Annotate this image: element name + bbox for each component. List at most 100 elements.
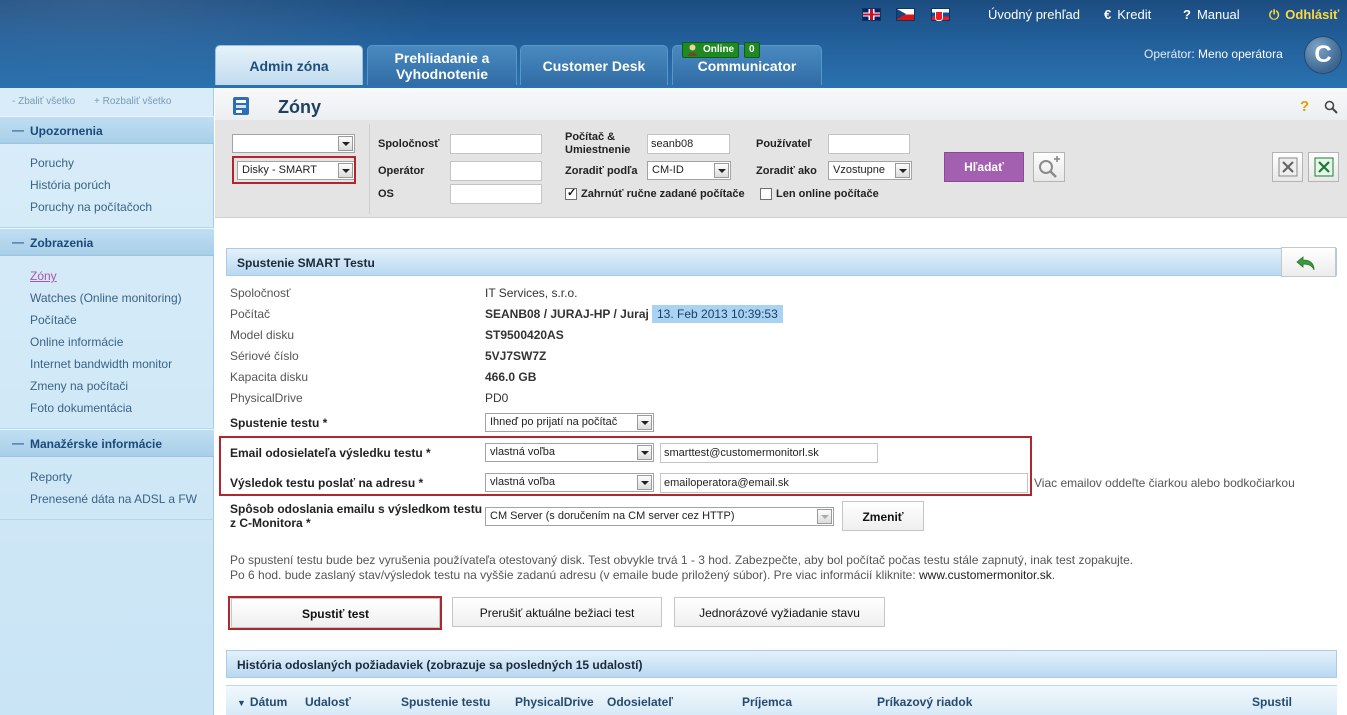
change-button[interactable]: Zmeniť — [842, 501, 924, 531]
user-field[interactable] — [828, 134, 910, 154]
czech-flag-icon[interactable] — [896, 8, 915, 21]
chevron-down-icon — [895, 163, 910, 178]
sidebar-item-adsl-data[interactable]: Prenesené dáta na ADSL a FW — [30, 492, 197, 506]
sender-email-input[interactable]: smarttest@customermonitorl.sk — [660, 443, 878, 463]
sidebar-item-failure-history[interactable]: História porúch — [30, 178, 111, 192]
column-started-by[interactable]: Spustil — [1252, 695, 1292, 709]
history-table-header: ▼ Dátum Udalosť Spustenie testu PhysicalD… — [226, 685, 1337, 715]
company-field[interactable] — [450, 134, 542, 154]
run-highlight-frame — [228, 596, 442, 630]
customermonitor-link[interactable]: www.customermonitor.sk — [919, 568, 1052, 582]
credit-link[interactable]: € Kredit — [1104, 7, 1151, 22]
brand-logo: C — [1304, 36, 1342, 74]
collapse-all-link[interactable]: - Zbaliť všetko — [12, 96, 75, 107]
expand-all-link[interactable]: + Rozbaliť všetko — [94, 96, 171, 107]
include-manual-label: Zahrnúť ručne zadané počítače — [581, 188, 745, 200]
english-flag-icon[interactable] — [862, 8, 881, 21]
request-status-button[interactable]: Jednorázové vyžiadanie stavu — [674, 597, 885, 627]
sidebar-item-zones[interactable]: Zóny — [30, 269, 57, 283]
sidebar-item-computers[interactable]: Počítače — [30, 313, 77, 327]
recipient-mode-select[interactable]: vlastná voľba — [485, 473, 654, 492]
tab-admin-zone[interactable]: Admin zóna — [215, 45, 363, 85]
disk-model-value: ST9500420AS — [485, 328, 564, 342]
chevron-down-icon — [637, 445, 652, 460]
send-method-select[interactable]: CM Server (s doručením na CM server cez … — [485, 507, 834, 526]
sort-down-icon: ▼ — [237, 698, 246, 708]
operator-field[interactable] — [450, 161, 542, 181]
column-physical-drive[interactable]: PhysicalDrive — [515, 695, 594, 709]
chevron-down-icon — [817, 509, 832, 524]
slovak-flag-icon[interactable] — [931, 8, 950, 21]
operator-label: Operátor — [378, 165, 425, 177]
disk-capacity-label: Kapacita disku — [230, 370, 309, 384]
sidebar-item-watches[interactable]: Watches (Online monitoring) — [30, 291, 182, 305]
abort-test-button[interactable]: Prerušiť aktuálne bežiaci test — [452, 597, 662, 627]
column-date[interactable]: ▼ Dátum — [237, 695, 287, 709]
excel-export-gray-button[interactable] — [1272, 152, 1303, 182]
computer-info-value: SEANB08 / JURAJ-HP / Juraj — [485, 307, 649, 321]
serial-number-value: 5VJ7SW7Z — [485, 349, 547, 363]
excel-export-button[interactable] — [1308, 152, 1339, 182]
power-icon: ⏻ — [1269, 7, 1280, 22]
company-info-value: IT Services, s.r.o. — [485, 286, 578, 300]
sidebar-item-computer-failures[interactable]: Poruchy na počítačoch — [30, 200, 152, 214]
column-test-start[interactable]: Spustenie testu — [401, 695, 490, 709]
tab-customer-desk[interactable]: Customer Desk — [520, 45, 668, 85]
manual-link[interactable]: ? Manual — [1183, 7, 1240, 22]
smart-test-section-header: Spustenie SMART Testu — [226, 248, 1337, 276]
excel-icon — [1314, 157, 1334, 177]
magnifier-icon[interactable] — [1324, 100, 1338, 114]
sort-by-select[interactable]: CM-ID — [647, 161, 731, 180]
title-bar: Zóny ? — [215, 88, 1347, 120]
operator-name: Meno operátora — [1198, 47, 1283, 61]
test-start-select[interactable]: Ihneď po prijatí na počítač — [485, 413, 654, 432]
online-only-checkbox[interactable] — [760, 188, 772, 200]
sort-direction-select[interactable]: Vzostupne — [828, 161, 912, 180]
chevron-down-icon — [637, 475, 652, 490]
zone-select[interactable] — [232, 134, 355, 153]
column-event[interactable]: Udalosť — [305, 695, 351, 709]
history-section-header: História odoslaných požiadaviek (zobrazu… — [226, 650, 1337, 678]
sidebar-section-views[interactable]: — Zobrazenia — [0, 228, 214, 256]
test-start-label: Spustenie testu * — [230, 416, 328, 430]
column-sender[interactable]: Odosielateľ — [607, 695, 673, 709]
help-icon[interactable]: ? — [1300, 98, 1309, 115]
test-note-2: Po 6 hod. bude zaslaný stav/výsledok tes… — [230, 568, 1056, 582]
os-label: OS — [378, 188, 394, 200]
home-overview-link[interactable]: Úvodný prehľad — [988, 7, 1080, 22]
sidebar-item-reports[interactable]: Reporty — [30, 470, 72, 484]
send-method-label: Spôsob odoslania emailu s výsledkom test… — [230, 502, 483, 530]
back-button[interactable] — [1281, 247, 1336, 277]
chevron-down-icon — [714, 163, 729, 178]
sidebar-item-bandwidth-monitor[interactable]: Internet bandwidth monitor — [30, 357, 172, 371]
computer-field[interactable]: seanb08 — [647, 134, 730, 154]
operator-info: Operátor: Meno operátora — [1144, 47, 1283, 61]
online-status-badge[interactable]: Online — [682, 42, 740, 58]
chevron-down-icon — [637, 415, 652, 430]
logout-link[interactable]: ⏻ Odhlásiť — [1269, 7, 1339, 23]
sidebar-item-online-info[interactable]: Online informácie — [30, 335, 123, 349]
disk-model-label: Model disku — [230, 328, 295, 342]
sidebar-item-failures[interactable]: Poruchy — [30, 156, 74, 170]
question-icon: ? — [1183, 7, 1191, 22]
tab-browse-evaluation[interactable]: Prehliadanie a Vyhodnotenie — [367, 45, 517, 85]
chevron-down-icon — [338, 136, 353, 151]
user-icon — [687, 44, 698, 56]
search-button[interactable]: Hľadať — [944, 152, 1024, 182]
recipient-hint: Viac emailov oddeľte čiarkou alebo bodko… — [1034, 476, 1295, 490]
column-command-line[interactable]: Príkazový riadok — [877, 695, 972, 709]
sidebar-section-alerts[interactable]: — Upozornenia — [0, 116, 214, 144]
column-recipient[interactable]: Príjemca — [742, 695, 792, 709]
computer-location-label: Počítač & Umiestnenie — [565, 131, 631, 156]
recipient-email-input[interactable]: emailoperatora@email.sk — [660, 473, 1028, 493]
online-only-label: Len online počítače — [776, 188, 879, 200]
highlight-frame — [232, 156, 356, 184]
sidebar-section-management[interactable]: — Manažérske informácie — [0, 429, 214, 457]
test-note-1: Po spustení testu bude bez vyrušenia pou… — [230, 553, 1134, 567]
sidebar-item-photo-docs[interactable]: Foto dokumentácia — [30, 401, 132, 415]
sidebar-item-computer-changes[interactable]: Zmeny na počítači — [30, 379, 128, 393]
include-manual-checkbox[interactable] — [565, 186, 577, 200]
advanced-search-button[interactable] — [1033, 152, 1065, 182]
sender-mode-select[interactable]: vlastná voľba — [485, 443, 654, 462]
os-field[interactable] — [450, 184, 542, 204]
